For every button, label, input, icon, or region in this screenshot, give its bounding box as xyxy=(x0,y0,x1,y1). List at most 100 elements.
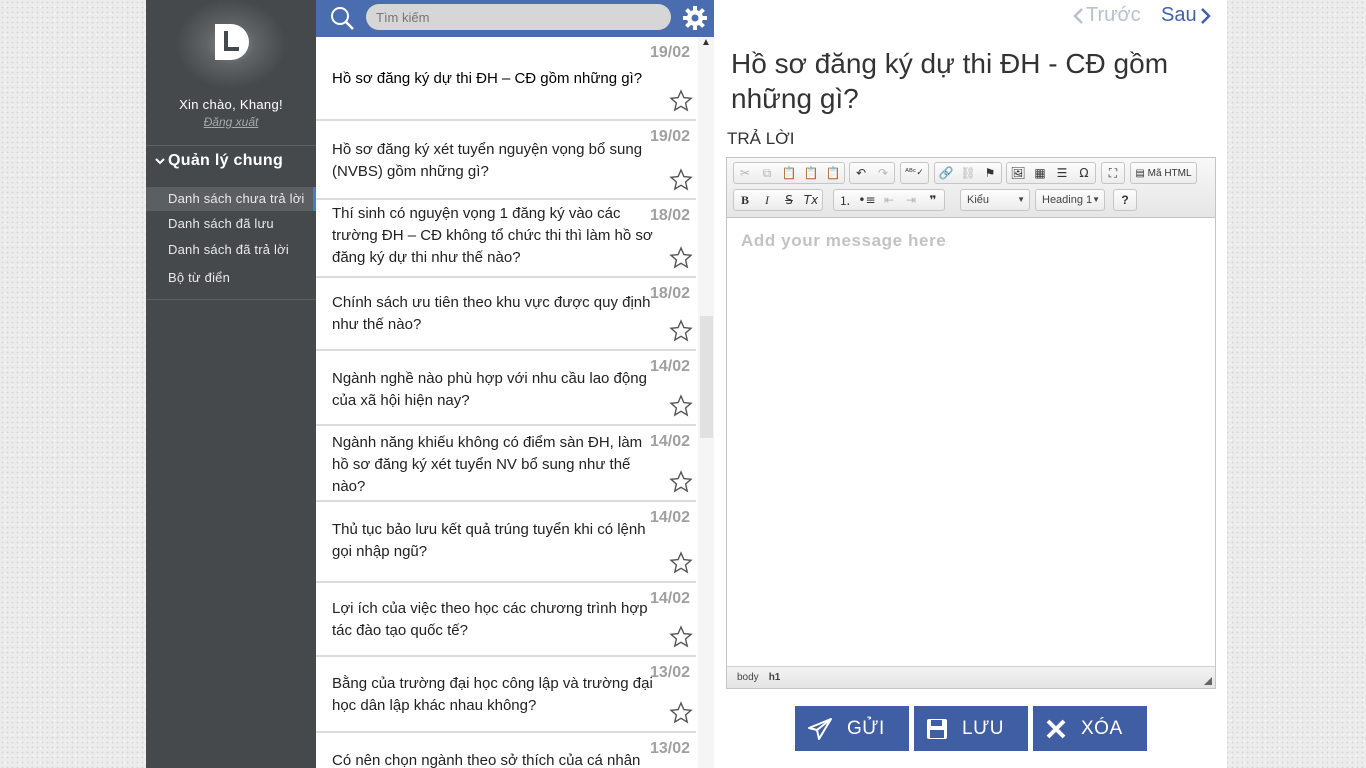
logo-area xyxy=(146,0,316,90)
source-label: Mã HTML xyxy=(1147,167,1192,179)
question-item[interactable]: 18/02 Thí sinh có nguyện vọng 1 đăng ký … xyxy=(316,200,696,278)
question-text: Có nên chọn ngành theo sở thích của cá n… xyxy=(332,752,641,768)
save-label: LƯU xyxy=(962,717,1005,739)
logout-link[interactable]: Đăng xuất xyxy=(146,115,316,129)
source-group: ▤ Mã HTML xyxy=(1130,162,1197,184)
image-icon[interactable]: 🖼 xyxy=(1007,163,1029,183)
question-list-panel: 19/02 Hồ sơ đăng ký dự thi ĐH – CĐ gồm n… xyxy=(316,0,714,768)
help-icon[interactable]: ? xyxy=(1114,190,1136,210)
paste-icon[interactable]: 📋 xyxy=(778,163,800,183)
indent-icon[interactable]: ⇥ xyxy=(900,190,922,210)
copy-icon[interactable]: ⧉ xyxy=(756,163,778,183)
gear-icon[interactable] xyxy=(682,5,708,31)
anchor-flag-icon[interactable]: ⚑ xyxy=(979,163,1001,183)
question-item[interactable]: 14/02 Ngành nghề nào phù hợp với nhu cầu… xyxy=(316,351,696,426)
delete-button[interactable]: XÓA xyxy=(1033,706,1147,751)
italic-icon[interactable]: I xyxy=(756,190,778,210)
resize-handle-icon[interactable] xyxy=(1204,677,1212,685)
nav-item-saved[interactable]: Danh sách đã lưu xyxy=(146,212,316,236)
prev-button[interactable]: Trước xyxy=(1072,4,1141,27)
question-item[interactable]: 18/02 Chính sách ưu tiên theo khu vực đư… xyxy=(316,278,696,351)
strike-icon[interactable]: S xyxy=(778,190,800,210)
editor-content-area[interactable]: Add your message here xyxy=(727,219,1215,666)
path-body[interactable]: body xyxy=(737,672,759,683)
chevron-right-icon xyxy=(1200,7,1211,24)
path-h1[interactable]: h1 xyxy=(769,672,781,683)
editor-toolbar: ✂ ⧉ 📋 📋 📋 ↶ ↷ ᴬᴮᶜ✓ 🔗 ⛓ ⚑ 🖼 ▦ ☰ Ω ⛶ ▤ Mã … xyxy=(727,158,1215,218)
logo-icon xyxy=(215,24,249,60)
horizontal-rule-icon[interactable]: ☰ xyxy=(1051,163,1073,183)
spellcheck-group: ᴬᴮᶜ✓ xyxy=(900,162,929,184)
basic-style-group: B I S Tx xyxy=(733,189,823,211)
link-group: 🔗 ⛓ ⚑ xyxy=(934,162,1002,184)
nav-item-dictionary[interactable]: Bộ từ điển xyxy=(146,266,316,290)
cut-icon[interactable]: ✂ xyxy=(734,163,756,183)
bulleted-list-icon[interactable]: •≡ xyxy=(856,190,878,210)
star-icon[interactable] xyxy=(669,470,693,494)
spellcheck-icon[interactable]: ᴬᴮᶜ✓ xyxy=(901,163,928,183)
paste-word-icon[interactable]: 📋 xyxy=(822,163,844,183)
source-doc-icon: ▤ xyxy=(1135,167,1148,179)
send-button[interactable]: GỬI xyxy=(795,706,909,751)
nav-item-answered[interactable]: Danh sách đã trả lời xyxy=(146,238,316,262)
question-item[interactable]: 13/02 Có nên chọn ngành theo sở thích củ… xyxy=(316,733,696,768)
question-text: Lợi ích của việc theo học các chương trì… xyxy=(332,600,648,639)
question-text: Hồ sơ đăng ký xét tuyển nguyện vọng bổ s… xyxy=(332,141,643,180)
bold-icon[interactable]: B xyxy=(734,190,756,210)
scroll-up-arrow-icon[interactable]: ▲ xyxy=(699,37,713,51)
question-date: 14/02 xyxy=(649,358,690,375)
star-icon[interactable] xyxy=(669,89,693,113)
question-text: Ngành năng khiếu không có điểm sàn ĐH, l… xyxy=(332,434,643,495)
question-date: 18/02 xyxy=(649,285,690,302)
nav-group-toggle[interactable]: Quản lý chung xyxy=(155,152,283,170)
maximize-icon[interactable]: ⛶ xyxy=(1102,163,1124,183)
numbered-list-icon[interactable]: ⒈ xyxy=(834,190,856,210)
help-group: ? xyxy=(1113,189,1137,211)
redo-icon[interactable]: ↷ xyxy=(872,163,894,183)
question-date: 19/02 xyxy=(649,128,690,145)
table-icon[interactable]: ▦ xyxy=(1029,163,1051,183)
question-item[interactable]: 19/02 Hồ sơ đăng ký xét tuyển nguyện vọn… xyxy=(316,121,696,200)
question-item[interactable]: 19/02 Hồ sơ đăng ký dự thi ĐH – CĐ gồm n… xyxy=(316,37,696,121)
remove-format-icon[interactable]: Tx xyxy=(800,190,822,210)
source-button[interactable]: ▤ Mã HTML xyxy=(1131,163,1196,183)
star-icon[interactable] xyxy=(669,551,693,575)
question-item[interactable]: 14/02 Lợi ích của việc theo học các chươ… xyxy=(316,583,696,657)
question-date: 19/02 xyxy=(649,44,690,61)
question-date: 14/02 xyxy=(649,590,690,607)
save-button[interactable]: LƯU xyxy=(914,706,1028,751)
next-label: Sau xyxy=(1161,4,1197,26)
divider xyxy=(146,299,316,300)
rich-text-editor: ✂ ⧉ 📋 📋 📋 ↶ ↷ ᴬᴮᶜ✓ 🔗 ⛓ ⚑ 🖼 ▦ ☰ Ω ⛶ ▤ Mã … xyxy=(726,157,1216,689)
search-icon[interactable] xyxy=(329,5,355,31)
next-button[interactable]: Sau xyxy=(1161,4,1212,27)
star-icon[interactable] xyxy=(669,701,693,725)
outdent-icon[interactable]: ⇤ xyxy=(878,190,900,210)
divider xyxy=(146,145,316,146)
dropdown-arrow-icon: ▼ xyxy=(1092,195,1100,204)
unlink-icon[interactable]: ⛓ xyxy=(957,163,979,183)
question-date: 14/02 xyxy=(649,433,690,450)
paste-text-icon[interactable]: 📋 xyxy=(800,163,822,183)
star-icon[interactable] xyxy=(669,246,693,270)
star-icon[interactable] xyxy=(669,625,693,649)
scrollbar-thumb[interactable] xyxy=(700,316,713,438)
nav-item-unanswered[interactable]: Danh sách chưa trả lời xyxy=(146,187,316,211)
blockquote-icon[interactable]: ❞ xyxy=(922,190,944,210)
star-icon[interactable] xyxy=(669,394,693,418)
special-char-icon[interactable]: Ω xyxy=(1073,163,1095,183)
chevron-left-icon xyxy=(1073,7,1083,24)
search-input[interactable] xyxy=(366,4,671,30)
question-item[interactable]: 14/02 Ngành năng khiếu không có điểm sàn… xyxy=(316,426,696,502)
star-icon[interactable] xyxy=(669,319,693,343)
style-dropdown[interactable]: Kiểu ▼ xyxy=(960,189,1030,211)
link-icon[interactable]: 🔗 xyxy=(935,163,957,183)
star-icon[interactable] xyxy=(669,168,693,192)
question-date: 13/02 xyxy=(649,740,690,757)
undo-icon[interactable]: ↶ xyxy=(850,163,872,183)
maximize-group: ⛶ xyxy=(1101,162,1125,184)
question-item[interactable]: 13/02 Bằng của trường đại học công lập v… xyxy=(316,657,696,733)
format-dropdown[interactable]: Heading 1 ▼ xyxy=(1035,189,1105,211)
format-dropdown-label: Heading 1 xyxy=(1042,194,1093,206)
question-item[interactable]: 14/02 Thủ tục bảo lưu kết quả trúng tuyể… xyxy=(316,502,696,583)
